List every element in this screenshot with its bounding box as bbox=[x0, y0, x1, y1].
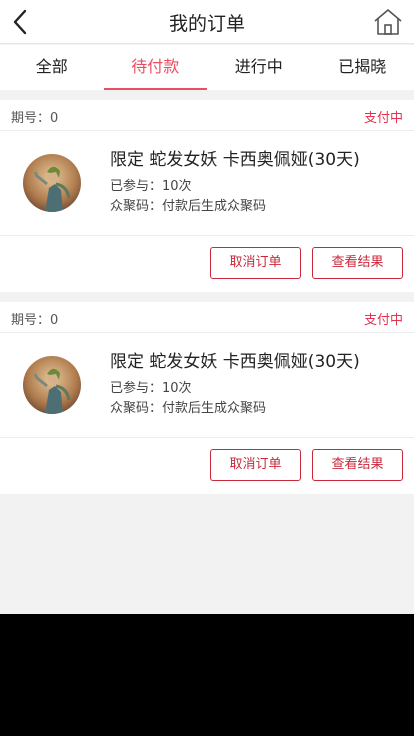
tab-in-progress[interactable]: 进行中 bbox=[207, 45, 311, 90]
order-header: 期号：0 支付中 bbox=[0, 100, 414, 131]
tab-pending-payment[interactable]: 待付款 bbox=[103, 45, 208, 90]
status-badge: 支付中 bbox=[363, 313, 403, 328]
product-image bbox=[23, 356, 81, 414]
order-tabs: 全部 待付款 进行中 已揭晓 bbox=[0, 45, 414, 90]
product-image bbox=[23, 154, 81, 212]
view-result-button[interactable]: 查看结果 bbox=[312, 247, 403, 279]
page-title: 我的订单 bbox=[168, 13, 245, 35]
status-badge: 支付中 bbox=[363, 111, 403, 126]
product-name: 限定 蛇发女妖 卡西奥佩娅(30天) bbox=[110, 150, 360, 170]
lottery-code: 众聚码：付款后生成众聚码 bbox=[110, 199, 267, 214]
view-result-button[interactable]: 查看结果 bbox=[312, 449, 403, 481]
order-card: 期号：0 支付中 限定 蛇发女妖 卡西奥佩娅(30天) 已参与：10次 众聚码：… bbox=[0, 100, 414, 292]
order-screen: 我的订单 全部 待付款 进行中 已揭晓 期号：0 支付中 限定 蛇发女妖 卡西奥… bbox=[0, 0, 414, 614]
order-card: 期号：0 支付中 限定 蛇发女妖 卡西奥佩娅(30天) 已参与：10次 众聚码：… bbox=[0, 302, 414, 494]
home-button[interactable] bbox=[372, 6, 404, 38]
tab-all[interactable]: 全部 bbox=[0, 45, 104, 90]
product-name: 限定 蛇发女妖 卡西奥佩娅(30天) bbox=[110, 352, 360, 372]
participation-count: 已参与：10次 bbox=[110, 179, 192, 194]
order-actions: 取消订单 查看结果 bbox=[0, 236, 414, 292]
order-product[interactable]: 限定 蛇发女妖 卡西奥佩娅(30天) 已参与：10次 众聚码：付款后生成众聚码 bbox=[0, 333, 414, 438]
cancel-order-button[interactable]: 取消订单 bbox=[210, 247, 301, 279]
order-header: 期号：0 支付中 bbox=[0, 302, 414, 333]
cancel-order-button[interactable]: 取消订单 bbox=[210, 449, 301, 481]
tab-revealed[interactable]: 已揭晓 bbox=[311, 45, 414, 90]
top-bar: 我的订单 bbox=[0, 0, 414, 44]
lottery-code: 众聚码：付款后生成众聚码 bbox=[110, 401, 267, 416]
home-icon bbox=[374, 9, 402, 35]
order-actions: 取消订单 查看结果 bbox=[0, 438, 414, 494]
period-label: 期号：0 bbox=[11, 111, 59, 126]
participation-count: 已参与：10次 bbox=[110, 381, 192, 396]
period-label: 期号：0 bbox=[11, 313, 59, 328]
order-product[interactable]: 限定 蛇发女妖 卡西奥佩娅(30天) 已参与：10次 众聚码：付款后生成众聚码 bbox=[0, 131, 414, 236]
